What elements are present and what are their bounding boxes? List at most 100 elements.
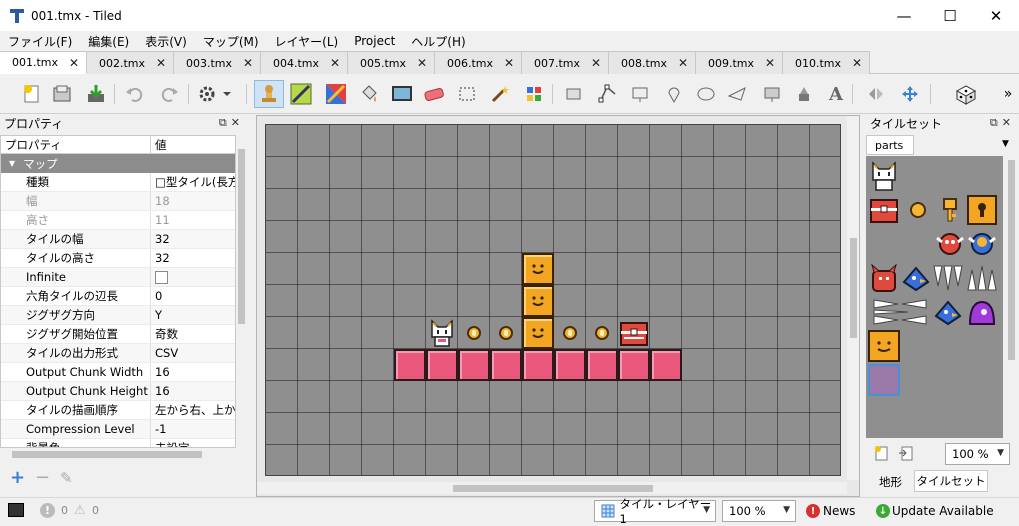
table-row[interactable]: タイルの描画順序左から右、上から: [1, 401, 235, 420]
tileset-view[interactable]: [866, 156, 1003, 438]
insert-template-icon[interactable]: [792, 82, 816, 106]
chevron-down-icon[interactable]: ▼: [1002, 139, 1009, 149]
tab-002[interactable]: 002.tmx ✕: [87, 51, 174, 74]
import-tileset-icon[interactable]: [898, 445, 914, 464]
table-row[interactable]: 高さ 11: [1, 211, 235, 230]
warning-icon[interactable]: ⚠: [74, 503, 86, 518]
tab-005[interactable]: 005.tmx ✕: [348, 51, 435, 74]
close-tab-icon[interactable]: ✕: [417, 56, 427, 70]
rect-select-icon[interactable]: [455, 82, 479, 106]
tab-009[interactable]: 009.tmx ✕: [696, 51, 783, 74]
close-tab-icon[interactable]: ✕: [330, 56, 340, 70]
menu-project[interactable]: Project: [346, 34, 403, 48]
tab-003[interactable]: 003.tmx ✕: [174, 51, 261, 74]
dock-buttons[interactable]: ⧉✕: [219, 116, 244, 130]
eraser-icon[interactable]: [422, 82, 446, 106]
table-row[interactable]: ジグザグ開始位置 奇数: [1, 325, 235, 344]
property-value[interactable]: 未設定: [151, 439, 235, 447]
tab-terrain[interactable]: 地形: [868, 472, 913, 492]
add-property-button[interactable]: +: [10, 467, 25, 488]
close-tab-icon[interactable]: ✕: [69, 56, 79, 70]
new-map-icon[interactable]: [20, 82, 44, 106]
menu-view[interactable]: 表示(V): [137, 33, 195, 50]
chevron-down-icon[interactable]: [220, 82, 234, 106]
properties-table[interactable]: プロパティ 値 ▼ マップ 種類 □型タイル(長方 幅 18 高さ 11 タイルの幅 32…: [0, 135, 236, 448]
insert-rectangle-icon[interactable]: [628, 82, 652, 106]
tile-spikes-down[interactable]: [932, 262, 964, 294]
property-value[interactable]: □型タイル(長方: [151, 173, 235, 191]
close-tab-icon[interactable]: ✕: [243, 56, 253, 70]
table-row[interactable]: Compression Level -1: [1, 420, 235, 439]
table-row[interactable]: ジグザグ方向 Y: [1, 306, 235, 325]
menu-file[interactable]: ファイル(F): [0, 33, 80, 50]
shape-fill-icon[interactable]: [390, 82, 414, 106]
close-tab-icon[interactable]: ✕: [678, 56, 688, 70]
redo-icon[interactable]: [158, 82, 182, 106]
close-tab-icon[interactable]: ✕: [591, 56, 601, 70]
tile-blue-bird-2[interactable]: [932, 296, 964, 328]
properties-vscrollbar[interactable]: [236, 135, 247, 448]
table-row[interactable]: 六角タイルの辺長 0: [1, 287, 235, 306]
insert-text-icon[interactable]: A: [824, 82, 848, 106]
property-value[interactable]: CSV: [151, 344, 235, 362]
dock-buttons[interactable]: ⧉✕: [990, 116, 1015, 130]
toolbar-overflow-icon[interactable]: »: [996, 82, 1019, 106]
close-button[interactable]: ✕: [973, 0, 1019, 31]
insert-ellipse-icon[interactable]: [694, 82, 718, 106]
tab-001[interactable]: 001.tmx ✕: [0, 51, 87, 74]
tab-006[interactable]: 006.tmx ✕: [435, 51, 522, 74]
select-objects-icon[interactable]: [562, 82, 586, 106]
table-row[interactable]: Output Chunk Height 16: [1, 382, 235, 401]
scrollbar-thumb[interactable]: [1008, 160, 1015, 360]
select-same-tile-icon[interactable]: [522, 82, 546, 106]
close-tab-icon[interactable]: ✕: [504, 56, 514, 70]
tab-010[interactable]: 010.tmx ✕: [783, 51, 870, 74]
group-header-map[interactable]: ▼ マップ: [1, 154, 235, 173]
tab-tileset[interactable]: タイルセット: [914, 470, 988, 492]
property-value[interactable]: 奇数: [151, 325, 235, 343]
table-row[interactable]: タイルの出力形式 CSV: [1, 344, 235, 363]
stamp-brush-icon[interactable]: [254, 80, 284, 108]
bucket-fill-icon[interactable]: [357, 82, 381, 106]
tile-red-devil[interactable]: [868, 262, 900, 294]
open-icon[interactable]: [50, 82, 74, 106]
random-mode-icon[interactable]: [954, 82, 978, 106]
infinite-checkbox[interactable]: [155, 270, 168, 284]
property-value[interactable]: -1: [151, 420, 235, 438]
new-tileset-icon[interactable]: [874, 445, 890, 464]
menu-map[interactable]: マップ(M): [195, 33, 267, 50]
table-row[interactable]: タイルの幅 32: [1, 230, 235, 249]
tile-face-box[interactable]: [868, 330, 900, 362]
tileset-zoom-combo[interactable]: 100 % ▼: [945, 443, 1010, 465]
tab-007[interactable]: 007.tmx ✕: [522, 51, 609, 74]
property-value[interactable]: 16: [151, 363, 235, 381]
error-icon[interactable]: !: [40, 503, 55, 518]
insert-point-icon[interactable]: [662, 82, 686, 106]
tile-blue-bird[interactable]: [900, 262, 932, 294]
tab-004[interactable]: 004.tmx ✕: [261, 51, 348, 74]
tile-coin[interactable]: [902, 194, 934, 226]
property-value[interactable]: 左から右、上から: [151, 401, 235, 419]
wang-brush-icon[interactable]: [324, 82, 348, 106]
tile-lock-block[interactable]: [966, 194, 998, 226]
news-link[interactable]: News: [823, 504, 855, 518]
map-view[interactable]: [256, 115, 860, 497]
rotate-icon[interactable]: [898, 82, 922, 106]
insert-polygon-icon[interactable]: [726, 82, 750, 106]
maximize-button[interactable]: ☐: [927, 0, 973, 31]
tile-spikes-up[interactable]: [966, 262, 998, 294]
menu-edit[interactable]: 編集(E): [80, 33, 137, 50]
tile-red-enemy-bird[interactable]: [934, 228, 966, 260]
table-row[interactable]: Output Chunk Width 16: [1, 363, 235, 382]
table-row[interactable]: Infinite: [1, 268, 235, 287]
table-row[interactable]: タイルの高さ 32: [1, 249, 235, 268]
zoom-combo[interactable]: 100 % ▼: [722, 500, 796, 522]
property-value[interactable]: 0: [151, 287, 235, 305]
edit-polygons-icon[interactable]: [596, 82, 620, 106]
close-tab-icon[interactable]: ✕: [852, 56, 862, 70]
tile-key[interactable]: [934, 194, 966, 226]
magic-wand-icon[interactable]: [488, 82, 512, 106]
tile-purple-slime[interactable]: [966, 296, 998, 328]
undo-icon[interactable]: [122, 82, 146, 106]
menu-help[interactable]: ヘルプ(H): [403, 33, 473, 50]
